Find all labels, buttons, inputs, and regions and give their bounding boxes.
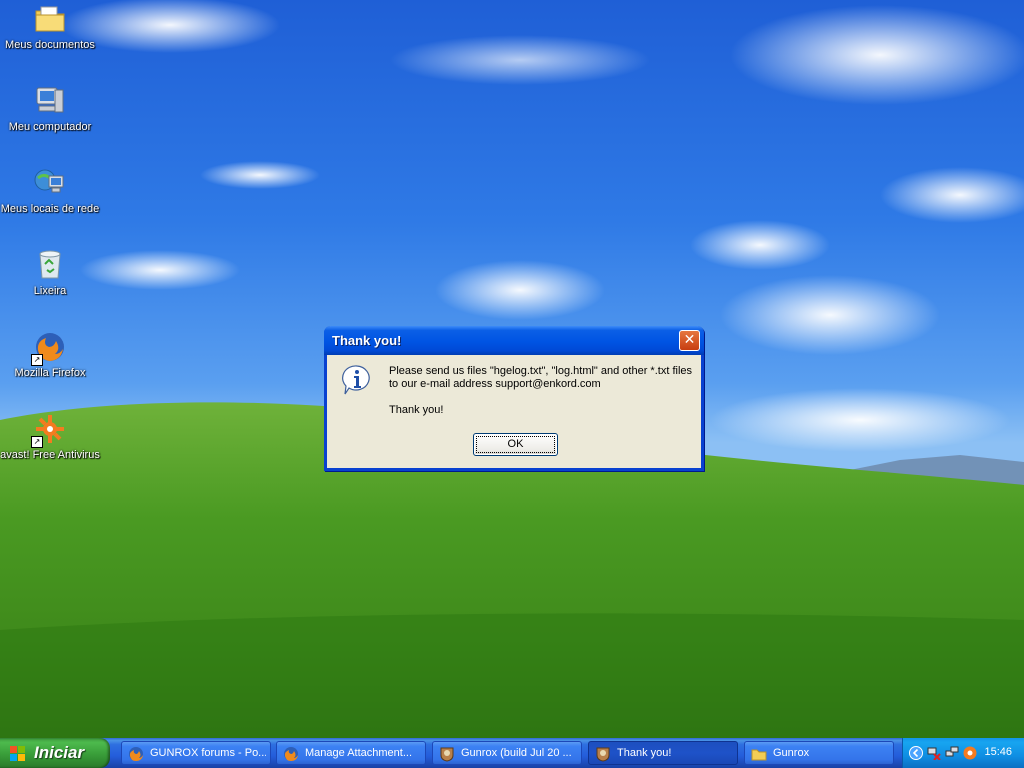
start-button[interactable]: Iniciar (0, 738, 110, 768)
dialog-message-thanks: Thank you! (389, 404, 444, 416)
dialog-message: Please send us files "hgelog.txt", "log.… (389, 365, 701, 417)
folder-icon (751, 746, 767, 762)
desktop-icon-my-computer[interactable]: Meu computador (0, 84, 100, 133)
ok-button[interactable]: OK (473, 433, 558, 456)
taskbar-item-label: Manage Attachment... (305, 747, 413, 759)
close-button[interactable]: ✕ (679, 330, 700, 351)
desktop-icon-label: Meus documentos (5, 39, 95, 51)
taskbar-item-gunrox-build[interactable]: Gunrox (build Jul 20 ... (432, 741, 582, 765)
avast-tray-icon[interactable] (963, 746, 977, 760)
desktop-icon-network-places[interactable]: Meus locais de rede (0, 166, 100, 215)
firefox-icon (283, 746, 299, 762)
show-hidden-icons-chevron-icon[interactable] (909, 746, 923, 760)
desktop-icon-label: Mozilla Firefox (14, 367, 86, 379)
desktop-icon-label: Meus locais de rede (0, 203, 100, 215)
desktop-icon-recycle-bin[interactable]: Lixeira (0, 248, 100, 297)
windows-flag-icon (10, 746, 26, 762)
taskbar-item-label: Thank you! (617, 747, 672, 759)
taskbar-item-label: GUNROX forums - Po... (150, 747, 266, 759)
desktop-icon-label: Meu computador (8, 121, 92, 133)
thank-you-dialog: Thank you! ✕ Please send us files "hgelo… (324, 326, 704, 471)
computer-icon (33, 84, 67, 118)
taskbar-item-gunrox-forums[interactable]: GUNROX forums - Po... (121, 741, 271, 765)
close-icon: ✕ (683, 332, 696, 348)
desktop-icon-my-documents[interactable]: Meus documentos (0, 2, 100, 51)
gunrox-icon (595, 746, 611, 762)
firefox-icon (128, 746, 144, 762)
taskbar-item-thank-you[interactable]: Thank you! (588, 741, 738, 765)
taskbar-item-label: Gunrox (build Jul 20 ... (461, 747, 572, 759)
start-label: Iniciar (34, 743, 85, 762)
avast-icon: ↗ (31, 412, 67, 448)
network-icon[interactable] (945, 746, 959, 760)
dialog-title: Thank you! (332, 333, 402, 348)
taskbar-item-label: Gunrox (773, 747, 810, 759)
shortcut-arrow-icon: ↗ (31, 436, 43, 448)
desktop-icon-label: Lixeira (33, 285, 67, 297)
taskbar: Iniciar GUNROX forums - Po... Manage Att… (0, 738, 1024, 768)
gunrox-icon (439, 746, 455, 762)
taskbar-item-gunrox-folder[interactable]: Gunrox (744, 741, 894, 765)
desktop-icon-firefox[interactable]: ↗ Mozilla Firefox (0, 330, 100, 379)
network-error-icon[interactable] (927, 746, 941, 761)
recycle-bin-icon (33, 248, 67, 282)
dialog-titlebar[interactable]: Thank you! ✕ (324, 326, 704, 355)
taskbar-item-manage-attachment[interactable]: Manage Attachment... (276, 741, 426, 765)
info-icon (341, 364, 371, 395)
desktop-icon-avast[interactable]: ↗ avast! Free Antivirus (0, 412, 100, 461)
clock[interactable]: 15:46 (984, 746, 1012, 758)
network-places-icon (33, 166, 67, 200)
folder-documents-icon (33, 2, 67, 36)
shortcut-arrow-icon: ↗ (31, 354, 43, 366)
system-tray: 15:46 (902, 738, 1024, 768)
desktop-icon-label: avast! Free Antivirus (0, 449, 100, 461)
dialog-message-body: Please send us files "hgelog.txt", "log.… (389, 365, 692, 390)
firefox-icon: ↗ (31, 330, 67, 366)
